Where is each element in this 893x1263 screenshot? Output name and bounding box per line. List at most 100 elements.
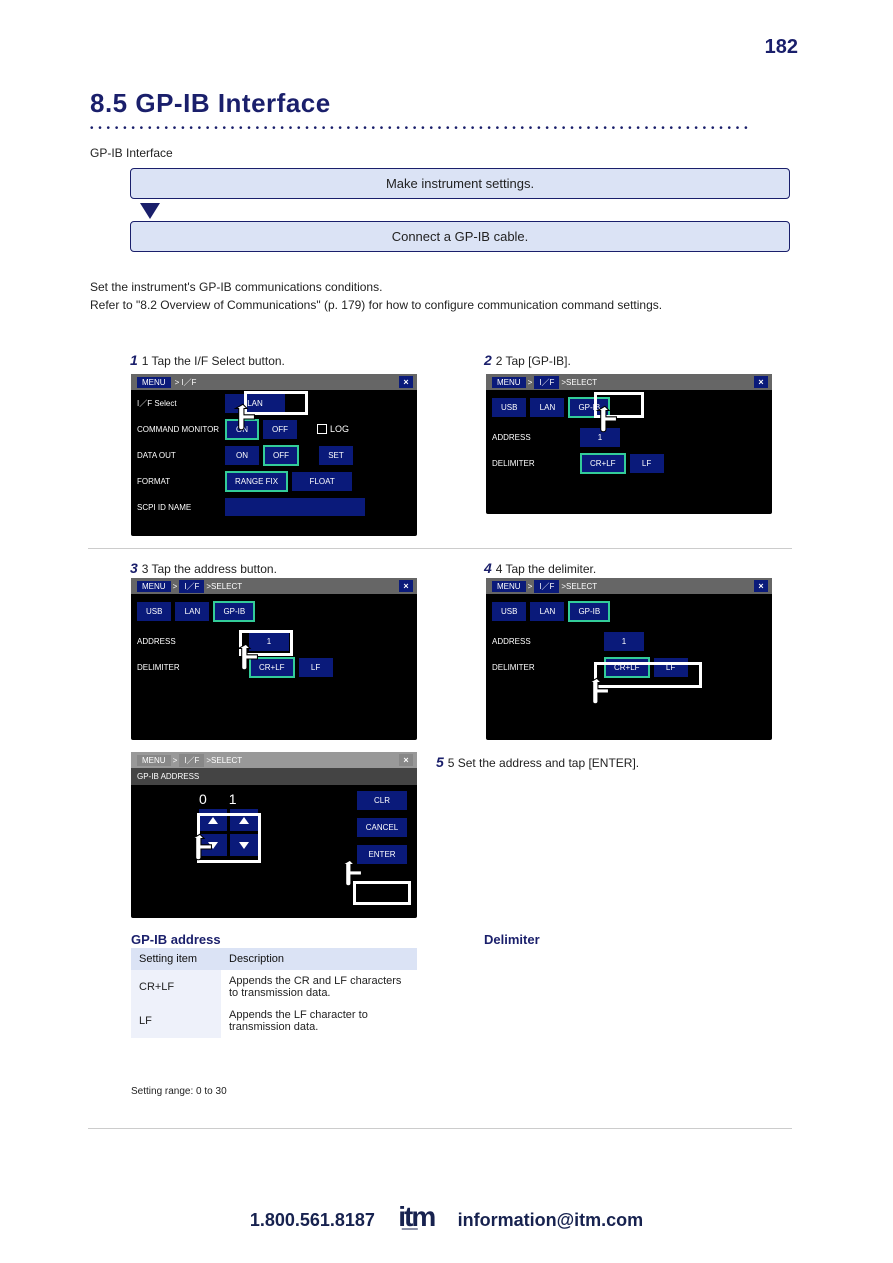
lan-button[interactable]: LAN: [530, 602, 564, 621]
lan-button[interactable]: LAN: [175, 602, 209, 621]
label-delimiter: DELIMITER: [137, 663, 225, 672]
log-label: LOG: [330, 424, 349, 434]
dataout-off-button[interactable]: OFF: [263, 445, 299, 466]
usb-button[interactable]: USB: [492, 398, 526, 417]
highlight-enter: [353, 881, 411, 905]
dataout-on-button[interactable]: ON: [225, 446, 259, 465]
breadcrumb: MENU > I／F ×: [131, 374, 417, 390]
triangle-up-icon: [239, 817, 249, 824]
footer-email: information@itm.com: [458, 1210, 644, 1230]
log-checkbox[interactable]: [317, 424, 327, 434]
description-line-2: Refer to "8.2 Overview of Communications…: [90, 298, 662, 312]
crumb-if[interactable]: I／F: [534, 376, 559, 389]
usb-button[interactable]: USB: [492, 602, 526, 621]
label-address: ADDRESS: [492, 637, 580, 646]
clr-button[interactable]: CLR: [357, 791, 407, 810]
footer-phone: 1.800.561.8187: [250, 1210, 375, 1230]
lan-button[interactable]: LAN: [530, 398, 564, 417]
close-icon[interactable]: ×: [399, 754, 413, 766]
screen-address-entry: MENU> I／F> SELECT × GP-IB ADDRESS 0 1: [131, 752, 417, 918]
screen-address: MENU> I／F> SELECT × USB LAN GP-IB ADDRES…: [131, 578, 417, 740]
crumb-menu[interactable]: MENU: [492, 581, 526, 592]
close-icon[interactable]: ×: [754, 376, 768, 388]
crumb-select: SELECT: [566, 582, 597, 591]
step5-caption: 5 Set the address and tap [ENTER].: [448, 756, 639, 770]
set-button[interactable]: SET: [319, 446, 353, 465]
close-icon[interactable]: ×: [399, 580, 413, 592]
crlf-button[interactable]: CR+LF: [580, 453, 626, 474]
gpib-button[interactable]: GP-IB: [568, 397, 610, 418]
label-if-select: I／F Select: [137, 398, 225, 409]
label-scpi: SCPI ID NAME: [137, 503, 225, 512]
crumb-if: I／F: [179, 754, 204, 767]
lf-button[interactable]: LF: [630, 454, 664, 473]
crumb-menu[interactable]: MENU: [137, 377, 171, 388]
step1-caption: 1 Tap the I/F Select button.: [142, 354, 285, 368]
gpib-button[interactable]: GP-IB: [568, 601, 610, 622]
table-header-desc: Description: [221, 948, 417, 970]
page-content: 182 8.5 GP-IB Interface GP-IB Interface …: [0, 0, 893, 58]
breadcrumb: MENU> I／F> SELECT ×: [131, 578, 417, 594]
crlf-button[interactable]: CR+LF: [604, 657, 650, 678]
screen-delimiter: MENU> I／F> SELECT × USB LAN GP-IB ADDRES…: [486, 578, 772, 740]
crlf-button[interactable]: CR+LF: [249, 657, 295, 678]
label-format: FORMAT: [137, 477, 225, 486]
table-cell: LF: [131, 1004, 221, 1038]
table-header-item: Setting item: [131, 948, 221, 970]
usb-button[interactable]: USB: [137, 602, 171, 621]
table-cell: Appends the CR and LF characters to tran…: [221, 970, 417, 1004]
crumb-menu[interactable]: MENU: [492, 377, 526, 388]
header-label: GP-IB Interface: [90, 146, 173, 160]
address-button[interactable]: 1: [580, 428, 620, 447]
breadcrumb: MENU> I／F> SELECT ×: [486, 374, 772, 390]
delimiter-table: Setting item Description CR+LF Appends t…: [131, 948, 417, 1038]
scpi-input[interactable]: [225, 498, 365, 516]
section-heading: 8.5 GP-IB Interface: [90, 88, 331, 119]
crumb-if[interactable]: I／F: [179, 580, 204, 593]
cmd-on-button[interactable]: ON: [225, 419, 259, 440]
table-cell: Appends the LF character to transmission…: [221, 1004, 417, 1038]
delimiter-heading: Delimiter: [484, 932, 540, 947]
gpib-address-heading: GP-IB address: [131, 932, 221, 947]
label-data-out: DATA OUT: [137, 451, 225, 460]
page-footer: 1.800.561.8187 it̲m information@itm.com: [0, 1201, 893, 1233]
close-icon[interactable]: ×: [399, 376, 413, 388]
crumb-if: I／F: [181, 377, 196, 388]
rangefix-button[interactable]: RANGE FIX: [225, 471, 288, 492]
digit1-up-button[interactable]: [230, 809, 258, 831]
float-button[interactable]: FLOAT: [292, 472, 352, 491]
if-select-button[interactable]: LAN: [225, 394, 285, 413]
crumb-menu[interactable]: MENU: [137, 581, 171, 592]
lf-button[interactable]: LF: [299, 658, 333, 677]
crumb-select: SELECT: [566, 378, 597, 387]
triangle-up-icon: [208, 817, 218, 824]
digit-1: 1: [229, 791, 237, 807]
digit0-up-button[interactable]: [199, 809, 227, 831]
step4-caption: 4 Tap the delimiter.: [496, 562, 597, 576]
flow-step-2: Connect a GP-IB cable.: [130, 221, 790, 252]
label-delimiter: DELIMITER: [492, 663, 580, 672]
label-address: ADDRESS: [492, 433, 580, 442]
digit1-down-button[interactable]: [230, 834, 258, 856]
crumb-select: SELECT: [211, 756, 242, 765]
address-button[interactable]: 1: [249, 632, 289, 651]
triangle-down-icon: [239, 842, 249, 849]
enter-button[interactable]: ENTER: [357, 845, 407, 864]
address-button[interactable]: 1: [604, 632, 644, 651]
flow-step-1: Make instrument settings.: [130, 168, 790, 199]
crumb-menu: MENU: [137, 755, 171, 766]
label-address: ADDRESS: [137, 637, 225, 646]
gpib-button[interactable]: GP-IB: [213, 601, 255, 622]
cancel-button[interactable]: CANCEL: [357, 818, 407, 837]
divider: [88, 548, 792, 549]
screen-select-gpib: MENU> I／F> SELECT × USB LAN GP-IB ADDRES…: [486, 374, 772, 514]
crumb-if[interactable]: I／F: [534, 580, 559, 593]
digit0-down-button[interactable]: [199, 834, 227, 856]
close-icon[interactable]: ×: [754, 580, 768, 592]
cmd-off-button[interactable]: OFF: [263, 420, 297, 439]
step2-caption: 2 Tap [GP-IB].: [496, 354, 571, 368]
lf-button[interactable]: LF: [654, 658, 688, 677]
dotted-rule: [90, 123, 792, 128]
divider: [88, 1128, 792, 1129]
page-number: 182: [765, 36, 798, 59]
